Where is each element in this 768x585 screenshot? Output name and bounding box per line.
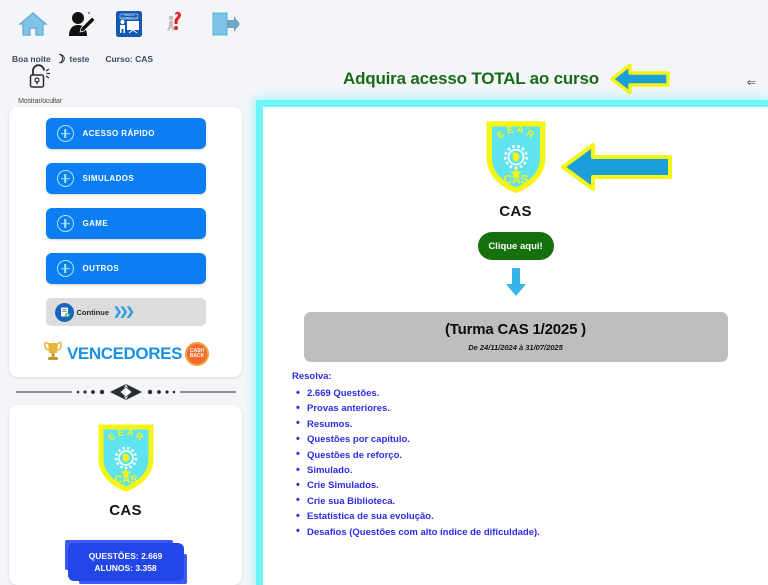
cashback-badge: CASH BACK (185, 342, 210, 366)
promo-header: Adquira acesso TOTAL ao curso ⇐ (255, 58, 768, 100)
list-item: Questões por capítulo. (296, 432, 768, 448)
continue-button[interactable]: Continue ❯ ❯ ❯ (45, 298, 206, 326)
course-card-name: CAS (109, 502, 142, 519)
sidebar-item-outros[interactable]: OUTROS (45, 253, 206, 284)
greeting-username: teste (69, 54, 90, 64)
top-toolbar: CURSOS E TREINAMENTOS (0, 0, 768, 48)
sidebar-item-acesso-rapido[interactable]: ACESSO RÁPIDO (45, 118, 206, 149)
feature-list: 2.669 Questões. Provas anteriores. Resum… (263, 385, 768, 540)
courses-training-icon[interactable]: CURSOS E TREINAMENTOS (112, 7, 146, 41)
main-logo-wrap: E E A R CAS (263, 119, 768, 200)
clique-aqui-button[interactable]: Clique aqui! (477, 232, 554, 260)
list-item: Questões de reforço. (296, 447, 768, 463)
down-arrow-icon (263, 266, 768, 298)
list-item: Estatística de sua evolução. (296, 509, 768, 525)
eear-cas-shield-icon: E E A R CAS (485, 119, 547, 200)
open-padlock-icon (26, 62, 54, 97)
plus-circle-icon (56, 125, 74, 142)
resolva-label: Resolva: (292, 371, 332, 382)
list-item: Desafios (Questões com alto índice de di… (296, 524, 768, 540)
course-summary-card: E E A R CAS CAS QUESTÕES: 2.669 ALUNOS: … (9, 405, 242, 585)
list-item: 2.669 Questões. (296, 385, 768, 401)
sidebar-item-label: SIMULADOS (82, 174, 135, 183)
toolbar-icon-group: CURSOS E TREINAMENTOS (0, 7, 242, 41)
main-content-panel: E E A R CAS CAS Clique aqui! (Turma CAS … (256, 100, 768, 585)
stat-questions: QUESTÕES: 2.669 (88, 551, 163, 561)
show-hide-label: Mostrar/ocultar (18, 98, 62, 105)
show-hide-toggle[interactable]: Mostrar/ocultar (10, 62, 70, 105)
svg-text:CAS: CAS (503, 174, 528, 187)
trophy-icon (42, 339, 64, 369)
stat-students: ALUNOS: 3.358 (94, 563, 157, 573)
sidebar-item-simulados[interactable]: SIMULADOS (45, 163, 206, 194)
document-icon (54, 302, 74, 322)
help-question-icon[interactable] (160, 7, 194, 41)
logout-icon[interactable] (208, 7, 242, 41)
vencedores-label: VENCEDORES (66, 344, 183, 363)
course-stats-box: QUESTÕES: 2.669 ALUNOS: 3.358 (67, 543, 184, 581)
sidebar-item-label: OUTROS (82, 264, 120, 273)
turma-title: (Turma CAS 1/2025 ) (445, 321, 586, 338)
eear-cas-shield-icon: E E A R CAS (97, 423, 155, 498)
plus-circle-icon (56, 260, 74, 277)
cashback-line2: BACK (189, 353, 205, 359)
sidebar-item-label: GAME (82, 219, 109, 228)
svg-text:CAS: CAS (114, 474, 137, 486)
sidebar-menu-card: ACESSO RÁPIDO SIMULADOS GAME OUTROS Cont… (9, 107, 242, 377)
sidebar-item-label: ACESSO RÁPIDO (82, 129, 155, 138)
left-arrow-icon (559, 141, 674, 198)
list-item: Provas anteriores. (296, 401, 768, 417)
promo-headline: Adquira acesso TOTAL ao curso (343, 69, 599, 88)
chevron-right-icon: ❯ ❯ ❯ (113, 305, 135, 318)
sidebar-item-game[interactable]: GAME (45, 208, 206, 239)
continue-label: Continue (76, 307, 110, 317)
left-arrow-icon (609, 62, 671, 96)
main-course-label: CAS (499, 203, 532, 220)
home-icon[interactable] (16, 7, 50, 41)
page-root: CURSOS E TREINAMENTOS Boa noite ☽ teste … (0, 0, 768, 585)
plus-circle-icon (56, 170, 74, 187)
current-course-label: Curso: CAS (105, 54, 154, 64)
user-edit-icon[interactable] (64, 7, 98, 41)
list-item: Resumos. (296, 416, 768, 432)
vencedores-button[interactable]: VENCEDORES CASH BACK (36, 339, 216, 369)
decorative-divider (12, 381, 240, 403)
turma-banner: (Turma CAS 1/2025 ) De 24/11/2024 à 31/0… (303, 312, 728, 362)
svg-text:TREINAMENTOS: TREINAMENTOS (121, 16, 138, 19)
list-item: Crie Simulados. (296, 478, 768, 494)
list-item: Crie sua Biblioteca. (296, 493, 768, 509)
collapse-panel-icon[interactable]: ⇐ (747, 76, 756, 89)
plus-circle-icon (56, 215, 74, 232)
turma-period: De 24/11/2024 à 31/07/2025 (468, 343, 563, 352)
list-item: Simulado. (296, 463, 768, 479)
